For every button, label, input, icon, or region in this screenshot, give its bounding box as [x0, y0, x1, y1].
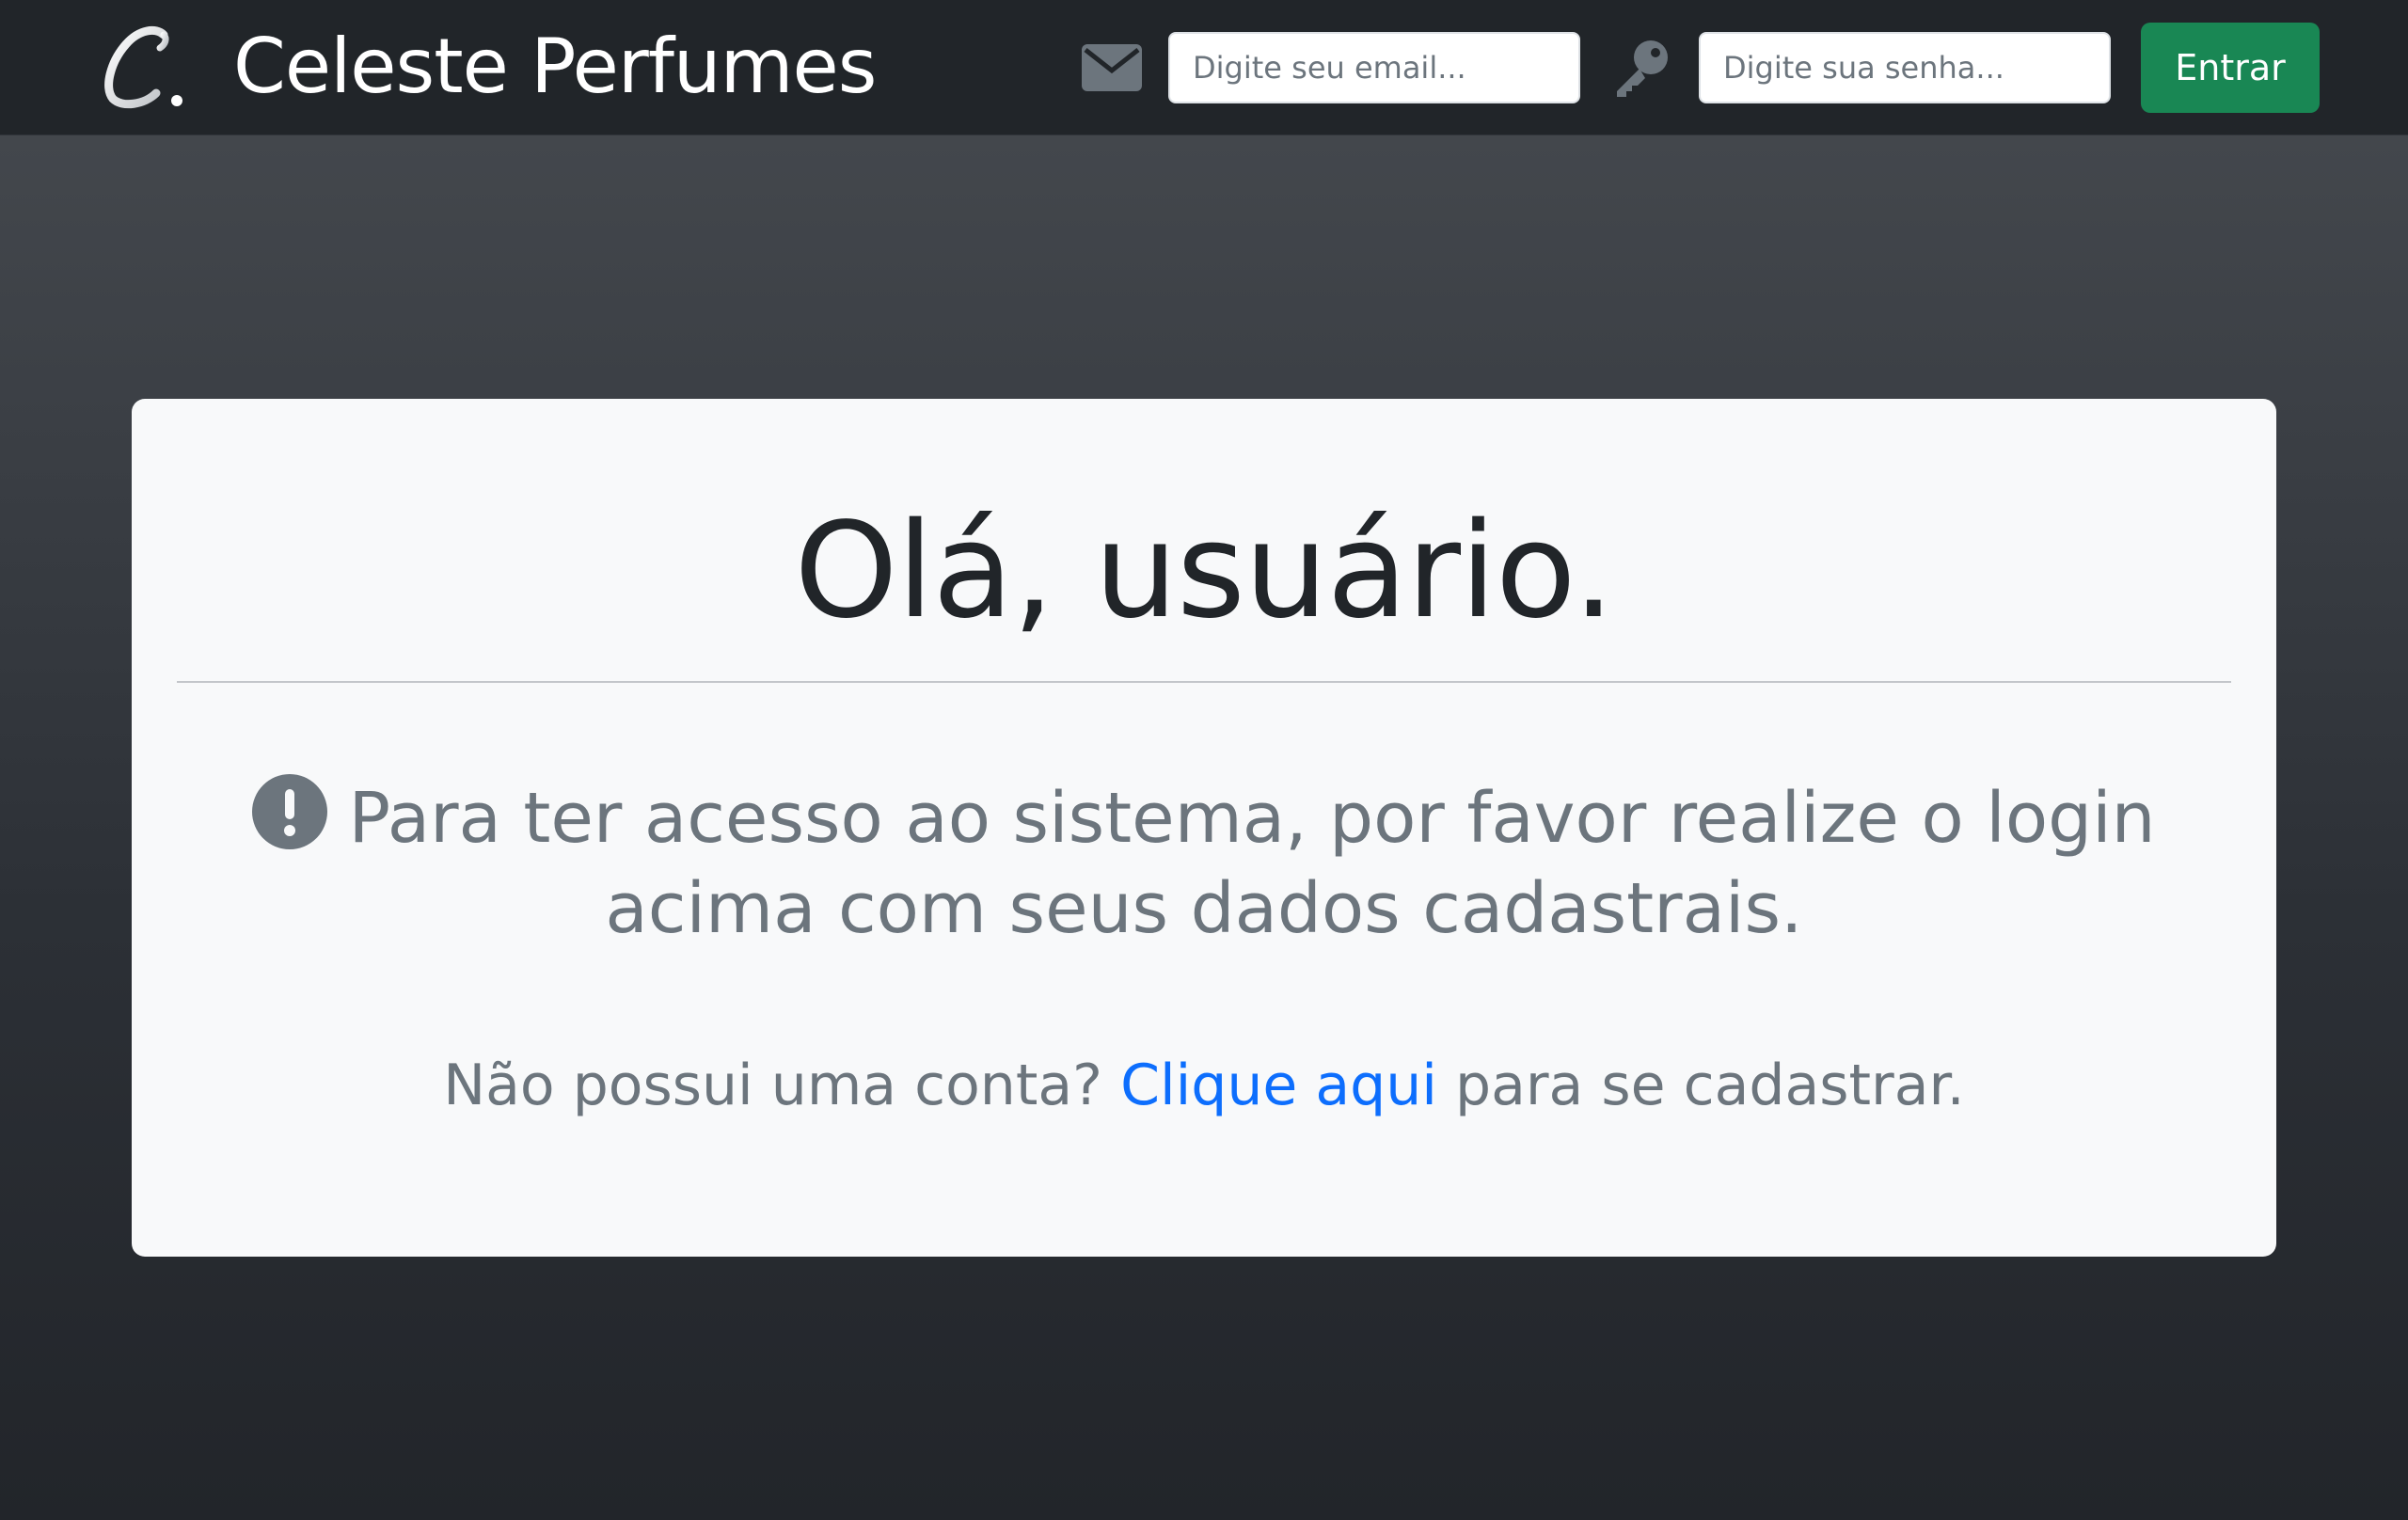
welcome-card: Olá, usuário. Para ter acesso ao sistema…	[132, 399, 2276, 1257]
exclamation-circle-icon	[252, 774, 328, 849]
key-icon	[1603, 30, 1678, 105]
email-input[interactable]	[1168, 32, 1580, 103]
login-notice: Para ter acesso ao sistema, por favor re…	[177, 773, 2231, 954]
signup-suffix: para se cadastrar.	[1455, 1053, 1965, 1118]
brand-name: Celeste Perfumes	[233, 22, 877, 110]
login-button[interactable]: Entrar	[2141, 23, 2320, 113]
login-form: Entrar	[1074, 23, 2320, 113]
password-input[interactable]	[1699, 32, 2111, 103]
envelope-icon	[1074, 30, 1149, 105]
signup-prompt: Não possui uma conta? Clique aqui para s…	[132, 1048, 2276, 1123]
brand-logo	[104, 25, 182, 109]
signup-link[interactable]: Clique aqui	[1120, 1053, 1437, 1118]
signup-prefix: Não possui uma conta?	[443, 1053, 1102, 1118]
greeting-title: Olá, usuário.	[794, 495, 1614, 648]
notice-text: Para ter acesso ao sistema, por favor re…	[348, 778, 2156, 949]
divider	[177, 681, 2231, 683]
brand[interactable]: Celeste Perfumes	[90, 9, 877, 122]
navbar: Celeste Perfumes Entrar	[0, 0, 2408, 135]
